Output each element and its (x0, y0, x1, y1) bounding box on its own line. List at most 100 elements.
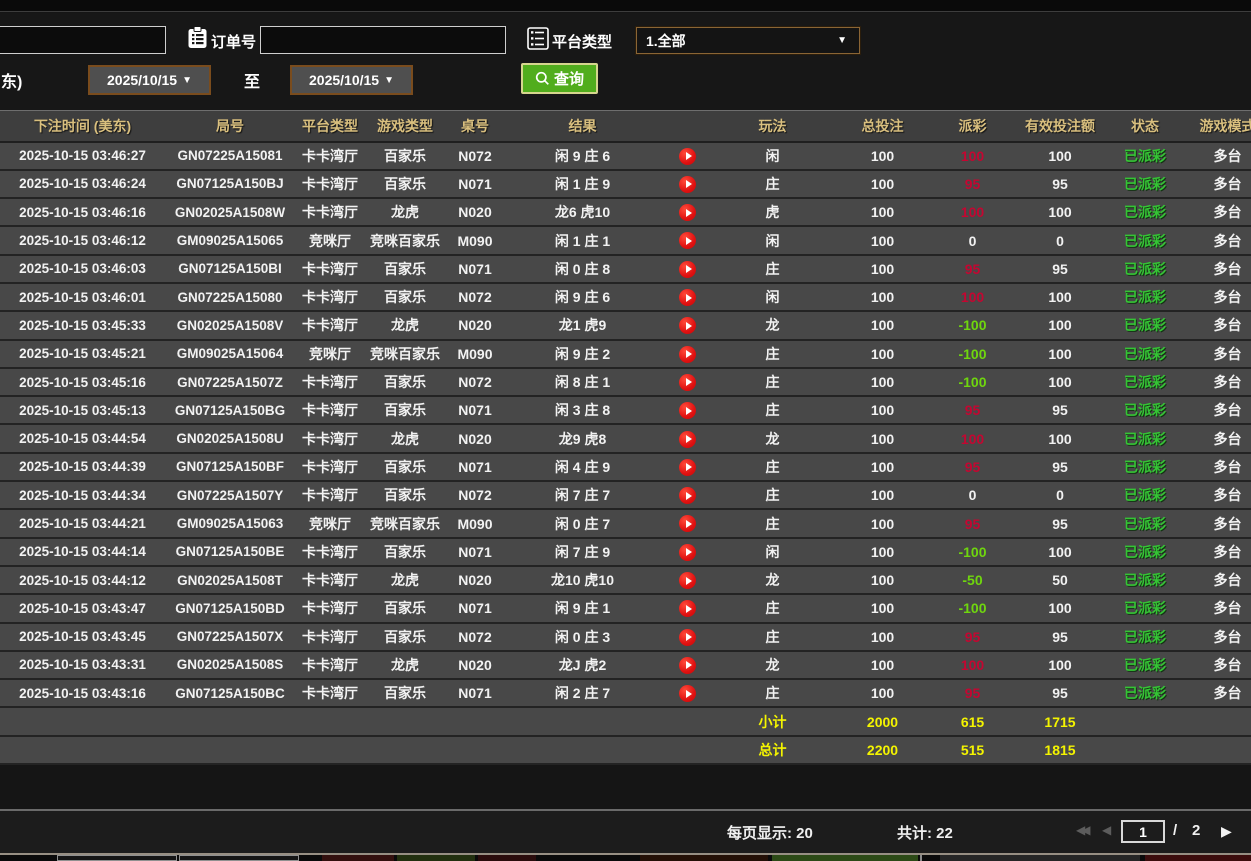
replay-cell (660, 142, 715, 170)
table-row: 2025-10-15 03:45:21GM09025A15064竞咪厅竞咪百家乐… (0, 340, 1251, 368)
replay-video-button[interactable] (679, 515, 696, 532)
game-type-value: 百家乐 (384, 176, 426, 192)
result-value: 闲 1 庄 1 (555, 233, 610, 249)
table-no-value: N071 (458, 176, 491, 192)
total-bet-value: 100 (871, 204, 894, 220)
bet-time-cell: 2025-10-15 03:45:21 (0, 340, 165, 368)
status-badge: 已派彩 (1124, 629, 1166, 645)
game-mode-cell: 多台 (1180, 198, 1251, 226)
total-bet-value: 100 (871, 600, 894, 616)
valid-bet-value: 100 (1048, 204, 1071, 220)
bet-time-cell: 2025-10-15 03:45:33 (0, 311, 165, 339)
round-id-cell: GN07125A150BC (165, 679, 295, 707)
play-type-cell: 庄 (715, 255, 830, 283)
status-badge: 已派彩 (1124, 261, 1166, 277)
result-cell: 龙10 虎10 (505, 566, 660, 594)
replay-video-button[interactable] (679, 459, 696, 476)
round-id-value: GN07125A150BD (175, 601, 285, 616)
valid-bet-value: 95 (1052, 629, 1068, 645)
user-search-input[interactable] (0, 26, 166, 54)
total-bet-value: 100 (871, 572, 894, 588)
result-value: 闲 4 庄 9 (555, 459, 610, 475)
round-id-cell: GN07225A15080 (165, 283, 295, 311)
grand-total-label: 总计 (715, 736, 830, 764)
table-no-value: N020 (458, 317, 491, 333)
query-button[interactable]: 查询 (521, 63, 598, 94)
replay-video-button[interactable] (679, 317, 696, 334)
result-cell: 闲 3 庄 8 (505, 396, 660, 424)
platform-value: 竞咪厅 (309, 346, 351, 362)
game-mode-value: 多台 (1214, 657, 1242, 673)
round-id-cell: GN02025A1508W (165, 198, 295, 226)
replay-video-button[interactable] (679, 148, 696, 165)
order-no-input[interactable] (260, 26, 506, 54)
table-no-cell: N071 (445, 594, 505, 622)
valid-bet-value: 100 (1048, 431, 1071, 447)
platform-cell: 卡卡湾厅 (295, 538, 365, 566)
replay-video-button[interactable] (679, 629, 696, 646)
date-from-select[interactable]: 2025/10/15 ▼ (88, 65, 211, 95)
game-type-value: 百家乐 (384, 402, 426, 418)
replay-video-button[interactable] (679, 544, 696, 561)
status-cell: 已派彩 (1110, 396, 1180, 424)
game-type-cell: 百家乐 (365, 283, 445, 311)
platform-type-select[interactable]: 1.全部 ▼ (636, 27, 860, 54)
total-bet-value: 100 (871, 317, 894, 333)
payout-cell: 95 (935, 396, 1010, 424)
table-no-value: N072 (458, 487, 491, 503)
round-id-cell: GN02025A1508T (165, 566, 295, 594)
replay-video-button[interactable] (679, 232, 696, 249)
total-bet-cell: 100 (830, 142, 935, 170)
payout-cell: 95 (935, 255, 1010, 283)
bet-time-value: 2025-10-15 03:46:03 (19, 261, 146, 276)
status-cell: 已派彩 (1110, 651, 1180, 679)
replay-cell (660, 226, 715, 254)
prev-page-icon[interactable]: ◀ (1102, 823, 1111, 837)
table-no-cell: N020 (445, 424, 505, 452)
replay-video-button[interactable] (679, 685, 696, 702)
replay-video-button[interactable] (679, 261, 696, 278)
table-no-cell: N072 (445, 142, 505, 170)
result-value: 闲 2 庄 7 (555, 685, 610, 701)
payout-cell: 95 (935, 453, 1010, 481)
replay-video-button[interactable] (679, 572, 696, 589)
table-no-cell: N071 (445, 679, 505, 707)
replay-video-button[interactable] (679, 431, 696, 448)
replay-video-button[interactable] (679, 657, 696, 674)
round-id-value: GN02025A1508U (176, 431, 283, 446)
result-cell: 闲 0 庄 3 (505, 623, 660, 651)
play-type-cell: 庄 (715, 679, 830, 707)
col-valid-bet: 有效投注额 (1010, 111, 1110, 142)
col-platform: 平台类型 (295, 111, 365, 142)
first-page-icon[interactable]: ◀◀ (1076, 823, 1086, 837)
replay-video-button[interactable] (679, 176, 696, 193)
payout-value: 100 (961, 431, 984, 447)
grand-total-row: 总计 2200 515 1815 (0, 736, 1251, 764)
replay-video-button[interactable] (679, 346, 696, 363)
replay-video-button[interactable] (679, 600, 696, 617)
replay-video-button[interactable] (679, 487, 696, 504)
status-cell: 已派彩 (1110, 509, 1180, 537)
payout-value: 95 (965, 176, 981, 192)
bet-time-cell: 2025-10-15 03:46:03 (0, 255, 165, 283)
next-page-icon[interactable]: ▶ (1221, 823, 1232, 840)
platform-cell: 卡卡湾厅 (295, 170, 365, 198)
game-type-cell: 龙虎 (365, 311, 445, 339)
replay-cell (660, 170, 715, 198)
date-to-select[interactable]: 2025/10/15 ▼ (290, 65, 413, 95)
replay-video-button[interactable] (679, 374, 696, 391)
round-id-cell: GN07125A150BG (165, 396, 295, 424)
payout-cell: 95 (935, 679, 1010, 707)
game-mode-cell: 多台 (1180, 594, 1251, 622)
per-page-value: 20 (796, 825, 813, 842)
valid-bet-value: 100 (1048, 317, 1071, 333)
replay-video-button[interactable] (679, 402, 696, 419)
replay-video-button[interactable] (679, 204, 696, 221)
valid-bet-cell: 50 (1010, 566, 1110, 594)
replay-video-button[interactable] (679, 289, 696, 306)
platform-value: 卡卡湾厅 (302, 261, 358, 277)
status-cell: 已派彩 (1110, 679, 1180, 707)
play-type-value: 庄 (766, 600, 780, 616)
current-page-input[interactable]: 1 (1121, 820, 1165, 843)
play-type-value: 龙 (766, 317, 780, 333)
